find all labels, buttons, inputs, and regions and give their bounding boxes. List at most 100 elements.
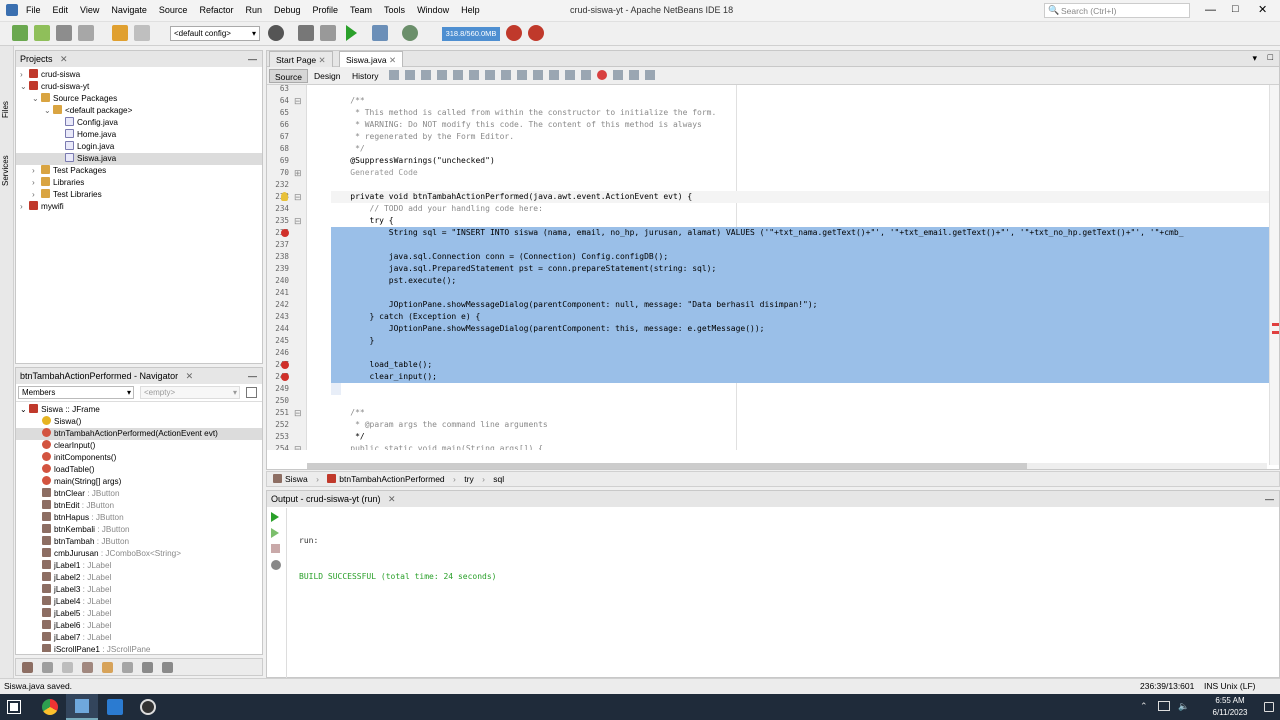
code-line[interactable] [331, 395, 1271, 407]
system-tray-chevron-icon[interactable]: ⌃ [1140, 701, 1148, 712]
code-line[interactable] [331, 287, 1271, 299]
expand-chevron-icon[interactable]: › [32, 189, 41, 201]
last-edit-icon[interactable] [421, 70, 431, 80]
code-line[interactable] [331, 347, 1271, 359]
navigator-item[interactable]: btnTambah : JButton [16, 536, 262, 548]
navigator-item[interactable]: jLabel5 : JLabel [16, 608, 262, 620]
tab-siswa-java[interactable]: Siswa.java ✕ [339, 51, 404, 67]
find-prev-icon[interactable] [453, 70, 463, 80]
output-tab[interactable]: Output - crud-siswa-yt (run) ✕ — [267, 491, 1279, 507]
navigator-item[interactable]: jLabel6 : JLabel [16, 620, 262, 632]
collapse-fold-icon[interactable]: ⊟ [294, 407, 302, 419]
error-icon[interactable] [281, 361, 289, 369]
close-icon[interactable]: ✕ [186, 371, 194, 381]
menu-source[interactable]: Source [153, 0, 194, 20]
navigator-item[interactable]: initComponents() [16, 452, 262, 464]
design-view-button[interactable]: Design [311, 69, 343, 83]
netbeans-taskbar-icon[interactable] [66, 694, 98, 720]
navigator-item[interactable]: btnKembali : JButton [16, 524, 262, 536]
tree-item[interactable]: › Test Libraries [16, 189, 262, 201]
comment-icon[interactable] [629, 70, 639, 80]
minimize-panel-icon[interactable]: — [1265, 491, 1274, 507]
navigator-item[interactable]: main(String[] args) [16, 476, 262, 488]
notification-icon[interactable] [1264, 702, 1274, 712]
expand-chevron-icon[interactable]: › [20, 69, 29, 81]
code-line[interactable]: pst.execute(); [331, 275, 1271, 287]
menu-file[interactable]: File [20, 0, 47, 20]
tree-item[interactable]: ⌄ crud-siswa-yt [16, 81, 262, 93]
volume-icon[interactable]: 🔈 [1178, 701, 1189, 712]
tree-item[interactable]: Config.java [16, 117, 262, 129]
close-icon[interactable]: ✕ [60, 54, 68, 64]
code-line[interactable] [331, 179, 1271, 191]
code-line[interactable]: } [331, 383, 341, 395]
expand-chevron-icon[interactable]: ⌄ [44, 105, 53, 117]
expand-chevron-icon[interactable]: ⌄ [32, 93, 41, 105]
collapse-fold-icon[interactable]: ⊟ [294, 95, 302, 107]
restore-window-icon[interactable]: □ [1268, 52, 1273, 62]
filter-nonpublic-icon[interactable] [42, 662, 53, 673]
code-line[interactable]: try { [331, 215, 1271, 227]
breadcrumb-sql[interactable]: sql [493, 474, 504, 484]
menu-profile[interactable]: Profile [307, 0, 345, 20]
collapse-all-icon[interactable] [162, 662, 173, 673]
editor-horizontal-scrollbar[interactable] [307, 463, 1267, 469]
code-line[interactable]: * WARNING: Do NOT modify this code. The … [331, 119, 1271, 131]
code-line[interactable]: } catch (Exception e) { [331, 311, 1271, 323]
code-line[interactable]: private void btnTambahActionPerformed(ja… [331, 191, 1271, 203]
menu-refactor[interactable]: Refactor [193, 0, 239, 20]
network-icon[interactable] [1158, 701, 1170, 711]
menu-help[interactable]: Help [455, 0, 486, 20]
expand-chevron-icon[interactable]: › [20, 201, 29, 213]
code-line[interactable]: /** [331, 407, 1271, 419]
globe-icon[interactable] [268, 25, 284, 41]
find-icon[interactable] [437, 70, 447, 80]
navigator-item[interactable]: loadTable() [16, 464, 262, 476]
expand-chevron-icon[interactable]: ⌄ [20, 81, 29, 93]
code-line[interactable] [331, 239, 1271, 251]
stop-icon[interactable] [271, 544, 280, 553]
navigator-item[interactable]: jLabel2 : JLabel [16, 572, 262, 584]
tree-item[interactable]: › mywifi [16, 201, 262, 213]
navigator-item[interactable]: Siswa() [16, 416, 262, 428]
code-line[interactable]: Generated Code [331, 167, 1271, 179]
tree-item[interactable]: ⌄ <default package> [16, 105, 262, 117]
shift-right-icon[interactable] [581, 70, 591, 80]
expand-chevron-icon[interactable]: ⌄ [20, 405, 27, 414]
code-line[interactable]: JOptionPane.showMessageDialog(parentComp… [331, 299, 1271, 311]
forward-icon[interactable] [405, 70, 415, 80]
redo-icon[interactable] [134, 25, 150, 41]
menu-team[interactable]: Team [344, 0, 378, 20]
filter-select[interactable]: <empty> ▾ [140, 386, 240, 399]
collapse-fold-icon[interactable]: ⊟ [294, 215, 302, 227]
code-line[interactable]: clear_input(); [331, 371, 1271, 383]
config-select[interactable]: <default config> ▾ [170, 26, 260, 41]
code-line[interactable]: public static void main(String args[]) { [331, 443, 1271, 450]
vscode-icon[interactable] [107, 699, 123, 715]
navigator-item[interactable]: btnEdit : JButton [16, 500, 262, 512]
navigator-item[interactable]: jLabel1 : JLabel [16, 560, 262, 572]
next-bookmark-icon[interactable] [533, 70, 543, 80]
gc-icon[interactable] [506, 25, 522, 41]
save-all-icon[interactable] [78, 25, 94, 41]
windows-start-icon[interactable] [7, 700, 21, 714]
debug-icon[interactable] [372, 25, 388, 41]
close-icon[interactable]: ✕ [389, 55, 396, 65]
close-icon[interactable]: ✕ [319, 55, 326, 65]
code-line[interactable]: java.sql.Connection conn = (Connection) … [331, 251, 1271, 263]
sort-name-icon[interactable] [102, 662, 113, 673]
history-view-button[interactable]: History [349, 69, 381, 83]
code-line[interactable]: } [331, 335, 1271, 347]
navigator-item[interactable]: btnHapus : JButton [16, 512, 262, 524]
tree-item[interactable]: › crud-siswa [16, 69, 262, 81]
chevron-down-icon[interactable]: ▾ [1252, 53, 1257, 64]
close-window-button[interactable]: ✕ [1258, 3, 1267, 16]
find-next-icon[interactable] [469, 70, 479, 80]
minimize-button[interactable]: — [1205, 4, 1216, 16]
navigator-item[interactable]: clearInput() [16, 440, 262, 452]
run-icon[interactable] [346, 25, 357, 41]
sort-source-icon[interactable] [122, 662, 133, 673]
stop-macro-icon[interactable] [613, 70, 623, 80]
start-macro-icon[interactable] [597, 70, 607, 80]
minimize-panel-icon[interactable]: — [248, 51, 257, 67]
